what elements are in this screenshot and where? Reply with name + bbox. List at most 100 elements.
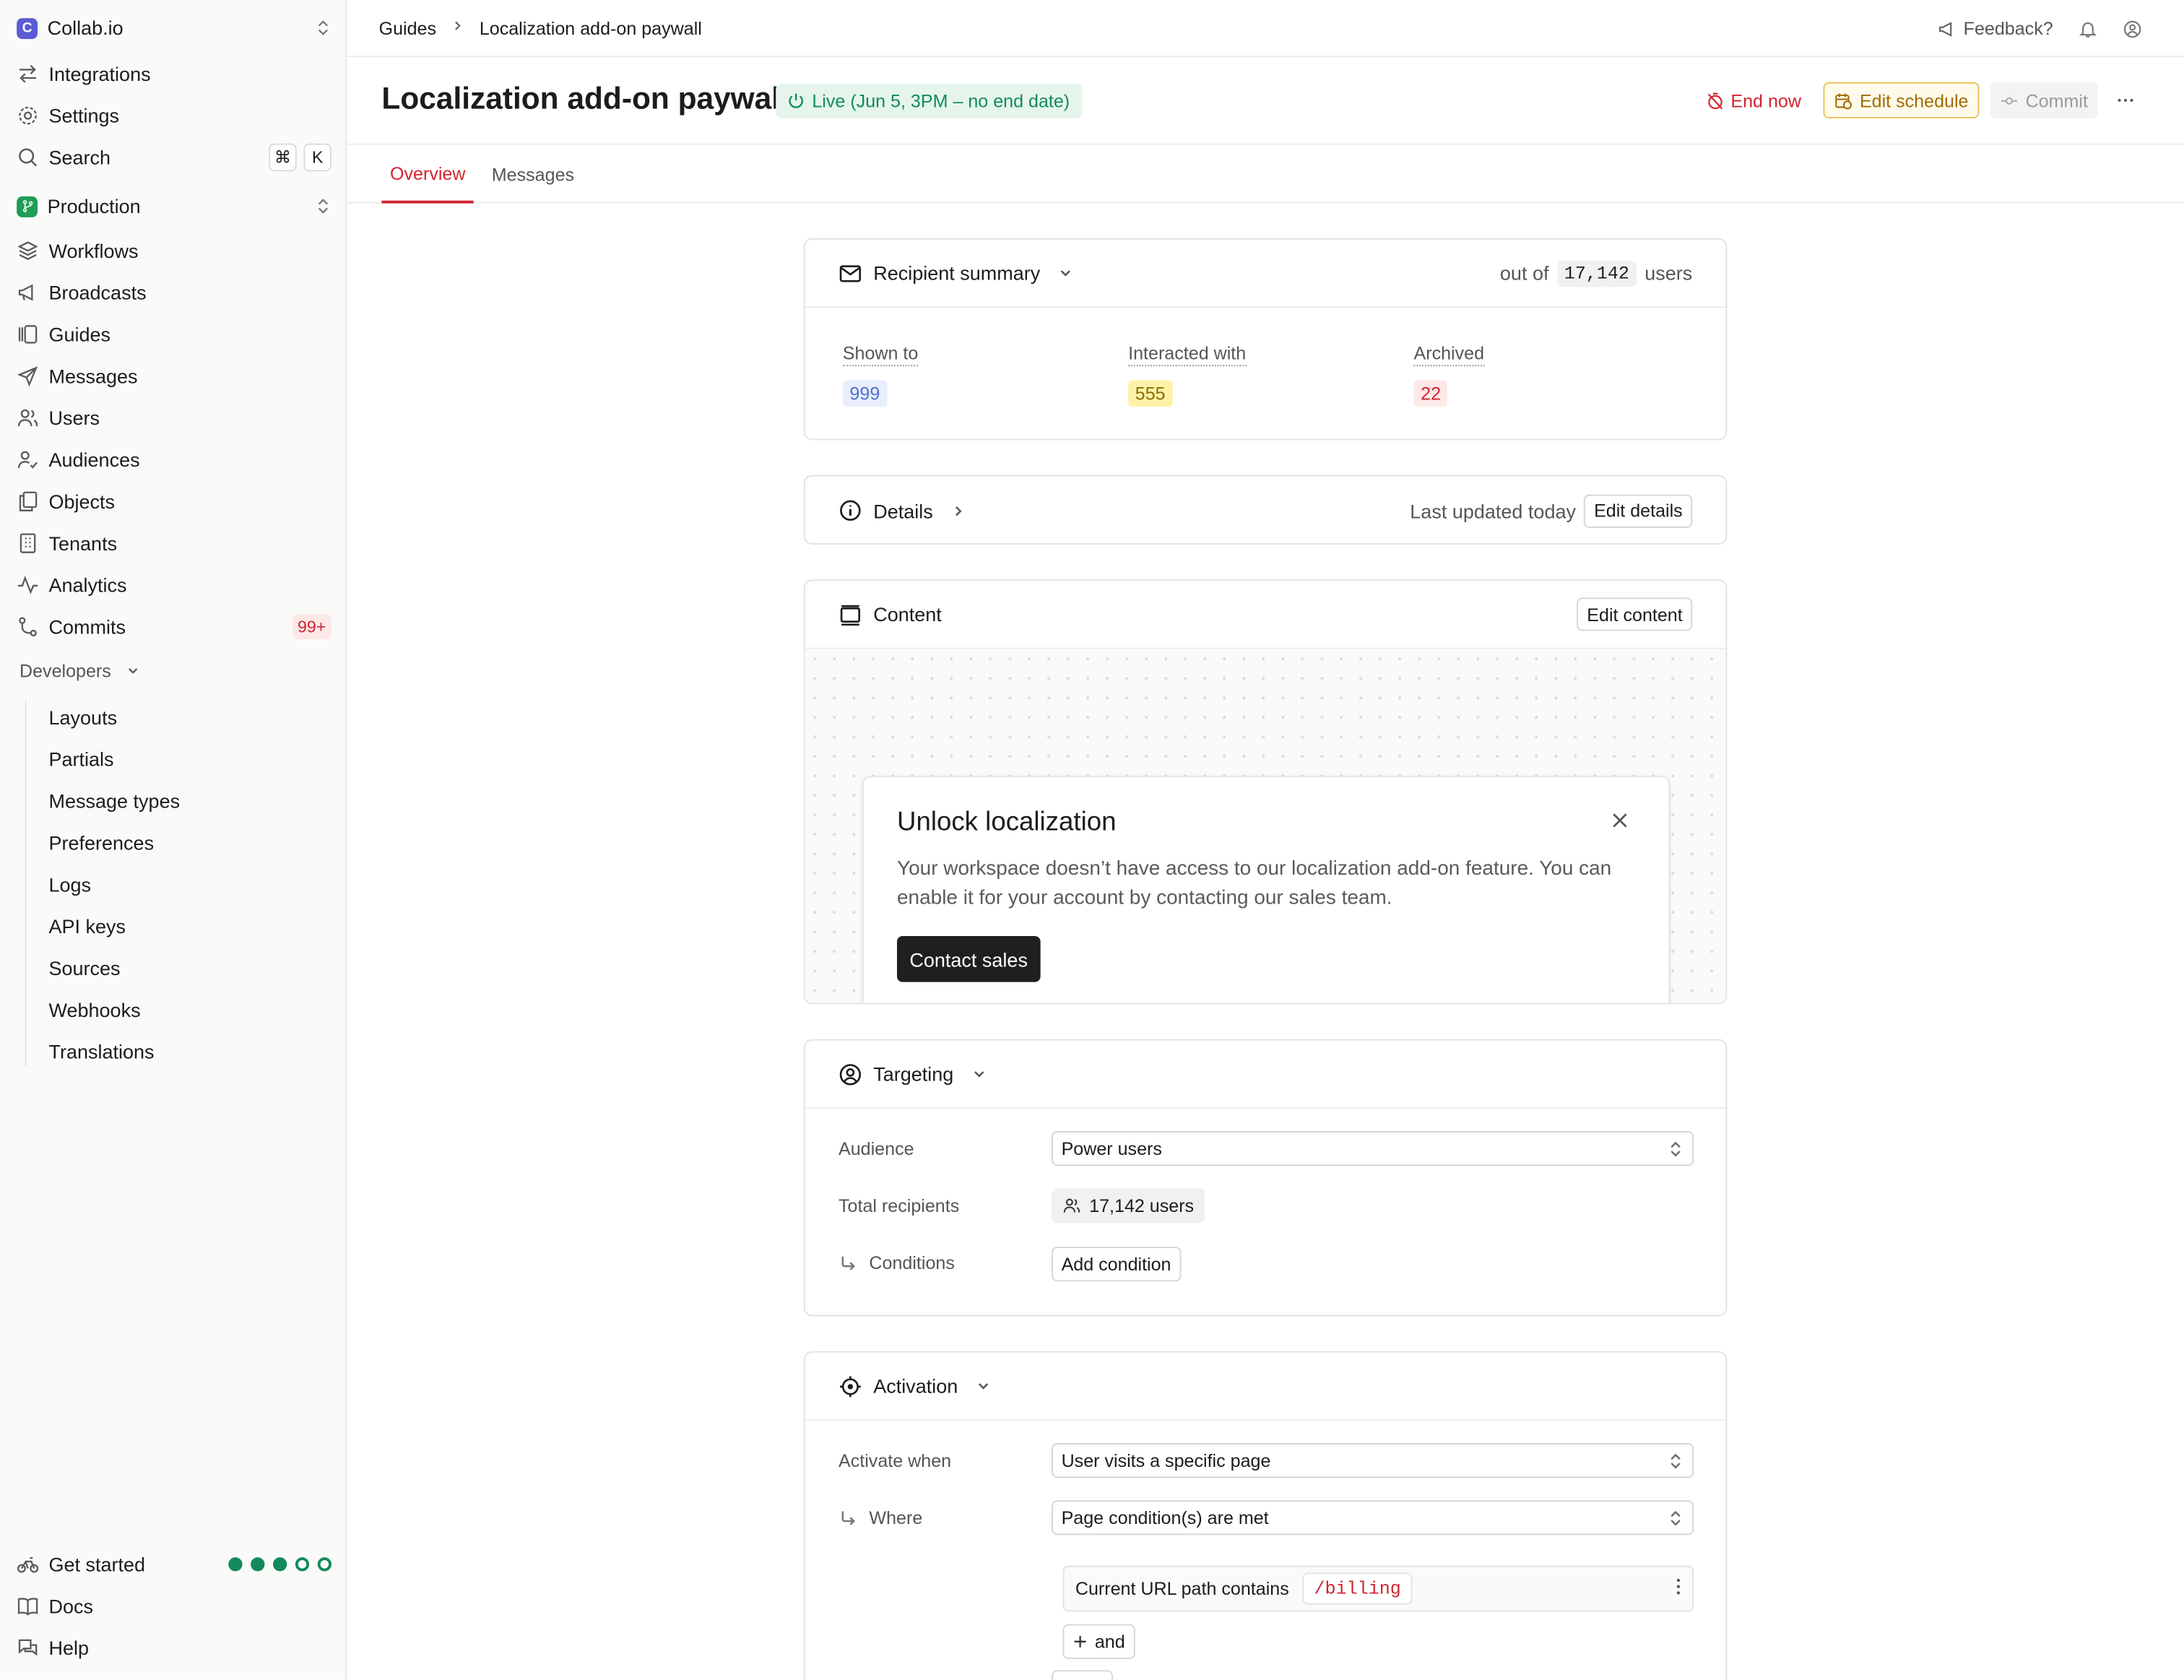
progress-dot-incomplete bbox=[295, 1557, 310, 1572]
card-title: Content bbox=[873, 603, 942, 625]
edit-schedule-button[interactable]: Edit schedule bbox=[1823, 82, 1980, 118]
sidebar-item-workflows[interactable]: Workflows bbox=[17, 233, 332, 269]
details-header[interactable]: Details Last updated today Edit details bbox=[805, 477, 1726, 544]
chevron-up-down-icon bbox=[1667, 1140, 1684, 1157]
sidebar-item-help[interactable]: Help bbox=[17, 1629, 332, 1666]
tab-messages[interactable]: Messages bbox=[492, 145, 574, 204]
feedback-label: Feedback? bbox=[1963, 18, 2053, 39]
activation-header[interactable]: Activation bbox=[805, 1353, 1726, 1421]
onboarding-progress-dots bbox=[228, 1557, 332, 1572]
sidebar-item-translations[interactable]: Translations bbox=[48, 1036, 154, 1067]
targeting-header[interactable]: Targeting bbox=[805, 1041, 1726, 1109]
audience-select[interactable]: Power users bbox=[1052, 1130, 1694, 1166]
sidebar-item-sources[interactable]: Sources bbox=[48, 953, 120, 983]
sidebar-item-commits[interactable]: Commits 99+ bbox=[17, 609, 332, 645]
sidebar-item-layouts[interactable]: Layouts bbox=[48, 702, 117, 732]
activate-when-select[interactable]: User visits a specific page bbox=[1052, 1442, 1694, 1478]
megaphone-icon bbox=[17, 282, 39, 304]
last-updated-text: Last updated today bbox=[1410, 499, 1576, 522]
breadcrumb-guides[interactable]: Guides bbox=[379, 17, 436, 38]
card-title: Targeting bbox=[873, 1062, 954, 1086]
tab-bar: Overview Messages bbox=[347, 143, 2184, 204]
stat-shown-to: Shown to 999 bbox=[842, 342, 919, 407]
close-icon[interactable] bbox=[1610, 810, 1629, 837]
git-commit-icon bbox=[2001, 96, 2018, 104]
tab-overview[interactable]: Overview bbox=[381, 145, 474, 204]
bell-icon[interactable] bbox=[2078, 19, 2097, 38]
chevron-up-down-icon bbox=[1667, 1452, 1684, 1469]
audience-icon bbox=[17, 449, 39, 471]
conditions-label: Conditions bbox=[869, 1252, 955, 1273]
book-icon bbox=[17, 1595, 39, 1617]
layers-icon bbox=[17, 240, 39, 262]
environment-switcher[interactable]: Production bbox=[17, 188, 332, 224]
condition-value[interactable]: /billing bbox=[1303, 1572, 1413, 1605]
sidebar-item-users[interactable]: Users bbox=[17, 399, 332, 436]
add-or-condition-button[interactable] bbox=[1052, 1670, 1113, 1680]
objects-icon bbox=[17, 490, 39, 513]
sidebar-item-partials[interactable]: Partials bbox=[48, 744, 113, 774]
sidebar-item-label: Objects bbox=[48, 490, 116, 513]
where-select[interactable]: Page condition(s) are met bbox=[1052, 1500, 1694, 1536]
sidebar-item-search[interactable]: Search ⌘ K bbox=[17, 139, 332, 176]
sidebar-item-objects[interactable]: Objects bbox=[17, 483, 332, 519]
stat-value: 555 bbox=[1128, 380, 1173, 407]
activation-card: Activation Activate when User visits a s… bbox=[803, 1351, 1728, 1680]
sidebar-item-tenants[interactable]: Tenants bbox=[17, 525, 332, 561]
recipient-summary-header[interactable]: Recipient summary out of 17,142 users bbox=[805, 240, 1726, 308]
sidebar-item-preferences[interactable]: Preferences bbox=[48, 828, 154, 858]
commit-button[interactable]: Commit bbox=[1990, 82, 2098, 118]
preview-title: Unlock localization bbox=[896, 807, 1117, 838]
edit-content-button[interactable]: Edit content bbox=[1577, 597, 1693, 631]
building-icon bbox=[17, 532, 39, 555]
plus-icon bbox=[1074, 1635, 1086, 1647]
sidebar-item-integrations[interactable]: Integrations bbox=[17, 56, 332, 92]
sidebar-item-messages[interactable]: Messages bbox=[17, 358, 332, 394]
add-and-condition-button[interactable]: and bbox=[1062, 1624, 1135, 1659]
and-label: and bbox=[1094, 1631, 1125, 1653]
sidebar-item-label: Messages bbox=[48, 365, 138, 388]
edit-details-button[interactable]: Edit details bbox=[1584, 493, 1693, 527]
sidebar-item-label: Tenants bbox=[48, 532, 118, 555]
gear-icon bbox=[17, 105, 39, 127]
account-icon[interactable] bbox=[2123, 19, 2142, 38]
kebab-menu-icon[interactable] bbox=[1676, 1577, 1681, 1601]
more-options-icon[interactable] bbox=[2109, 82, 2142, 118]
sidebar-item-label: Guides bbox=[48, 323, 111, 346]
workspace-switcher[interactable]: C Collab.io bbox=[17, 9, 332, 46]
audience-selected-value: Power users bbox=[1061, 1138, 1162, 1159]
out-of-prefix: out of bbox=[1499, 261, 1549, 285]
page-condition-row[interactable]: Current URL path contains /billing bbox=[1062, 1565, 1694, 1612]
sidebar-item-get-started[interactable]: Get started bbox=[17, 1546, 332, 1582]
commits-count-badge: 99+ bbox=[292, 614, 332, 640]
total-recipients-label: Total recipients bbox=[838, 1195, 960, 1216]
sidebar-item-settings[interactable]: Settings bbox=[17, 98, 332, 134]
status-text: Live (Jun 5, 3PM – no end date) bbox=[812, 90, 1070, 112]
guides-icon bbox=[17, 323, 39, 345]
sidebar-item-api-keys[interactable]: API keys bbox=[48, 911, 126, 941]
end-now-button[interactable]: End now bbox=[1694, 82, 1812, 118]
sidebar-item-webhooks[interactable]: Webhooks bbox=[48, 995, 140, 1025]
stat-value: 22 bbox=[1413, 380, 1448, 407]
sidebar-item-docs[interactable]: Docs bbox=[17, 1588, 332, 1624]
contact-sales-button[interactable]: Contact sales bbox=[896, 935, 1041, 982]
sidebar-item-guides[interactable]: Guides bbox=[17, 316, 332, 352]
sidebar-item-logs[interactable]: Logs bbox=[48, 869, 91, 899]
conditions-label-row: Conditions bbox=[838, 1252, 955, 1273]
add-condition-button[interactable]: Add condition bbox=[1052, 1247, 1182, 1282]
stat-archived: Archived 22 bbox=[1413, 342, 1485, 407]
stat-label: Interacted with bbox=[1128, 342, 1247, 367]
sidebar-item-analytics[interactable]: Analytics bbox=[17, 567, 332, 603]
card-title: Recipient summary bbox=[873, 261, 1041, 285]
commit-label: Commit bbox=[2025, 90, 2088, 111]
stat-label: Archived bbox=[1413, 342, 1485, 367]
calendar-clock-icon bbox=[1835, 92, 1852, 109]
sidebar-item-message-types[interactable]: Message types bbox=[48, 786, 180, 816]
feedback-button[interactable]: Feedback? bbox=[1937, 18, 2053, 39]
sidebar-item-audiences[interactable]: Audiences bbox=[17, 441, 332, 477]
activity-icon bbox=[17, 574, 39, 597]
sidebar-item-broadcasts[interactable]: Broadcasts bbox=[17, 274, 332, 311]
content-card: Content Edit content Unlock localization… bbox=[803, 579, 1728, 1005]
developers-section-toggle[interactable]: Developers bbox=[20, 660, 140, 681]
progress-dot-incomplete bbox=[317, 1557, 332, 1572]
